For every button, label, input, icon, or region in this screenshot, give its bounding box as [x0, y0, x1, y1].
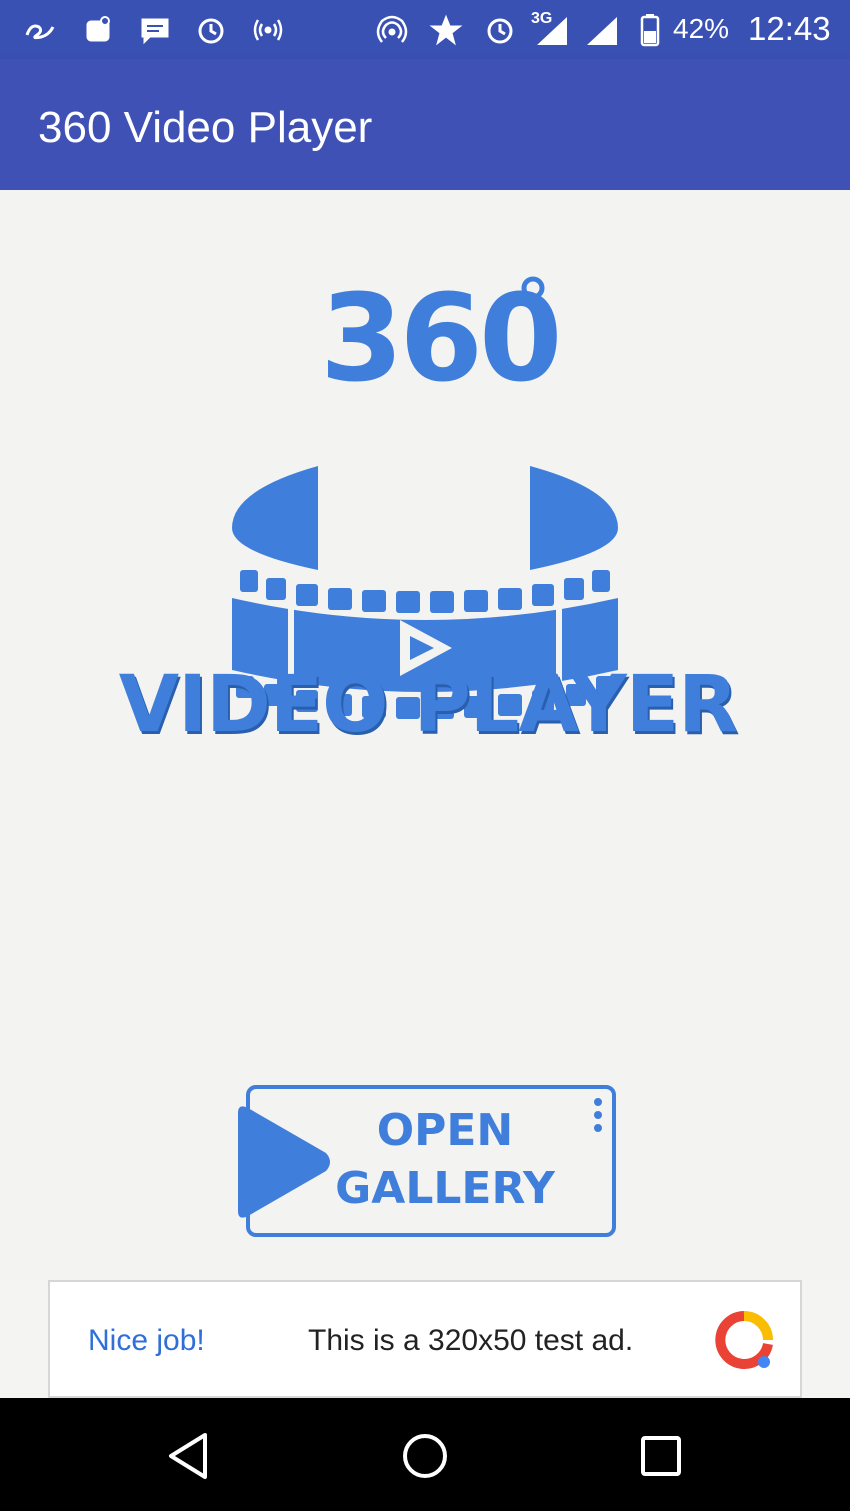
star-icon [428, 12, 464, 48]
app-title: 360 Video Player [38, 103, 373, 152]
app-icon [22, 12, 58, 48]
network-label: 3G [531, 10, 553, 27]
clock: 12:43 [748, 10, 831, 47]
logo-wordmark: VIDEO PLAYER [118, 660, 738, 750]
settings-sparkle-icon [80, 12, 116, 48]
ad-banner[interactable]: Nice job! This is a 320x50 test ad. [48, 1280, 802, 1398]
message-icon [137, 12, 173, 48]
alarm-icon [482, 12, 518, 48]
hotspot-icon [374, 12, 410, 48]
wireless-icon [250, 12, 286, 48]
main-content: 360 VIDEO PLAYER OPEN GALLERY [0, 190, 850, 1280]
ad-body: This is a 320x50 test ad. [308, 1324, 634, 1357]
navigation-bar [0, 1398, 850, 1511]
battery-percent: 42% [673, 13, 730, 44]
ads-logo-icon [715, 1311, 773, 1369]
more-vertical-icon [594, 1098, 602, 1132]
open-gallery-button[interactable]: OPEN GALLERY [230, 1083, 618, 1241]
app-bar: 360 Video Player [0, 59, 850, 190]
status-bar: 3G 42% 12:43 [0, 0, 850, 59]
logo-number: 360 [320, 270, 562, 409]
home-icon[interactable] [395, 1426, 455, 1486]
back-icon[interactable] [158, 1426, 218, 1486]
play-icon [238, 1106, 330, 1218]
recents-icon[interactable] [631, 1426, 691, 1486]
signal-icon [584, 12, 620, 48]
alarm-icon [193, 12, 229, 48]
open-gallery-label-1: OPEN [376, 1105, 514, 1156]
battery-icon [632, 12, 668, 48]
ad-title: Nice job! [88, 1324, 205, 1357]
open-gallery-label-2: GALLERY [335, 1163, 555, 1214]
